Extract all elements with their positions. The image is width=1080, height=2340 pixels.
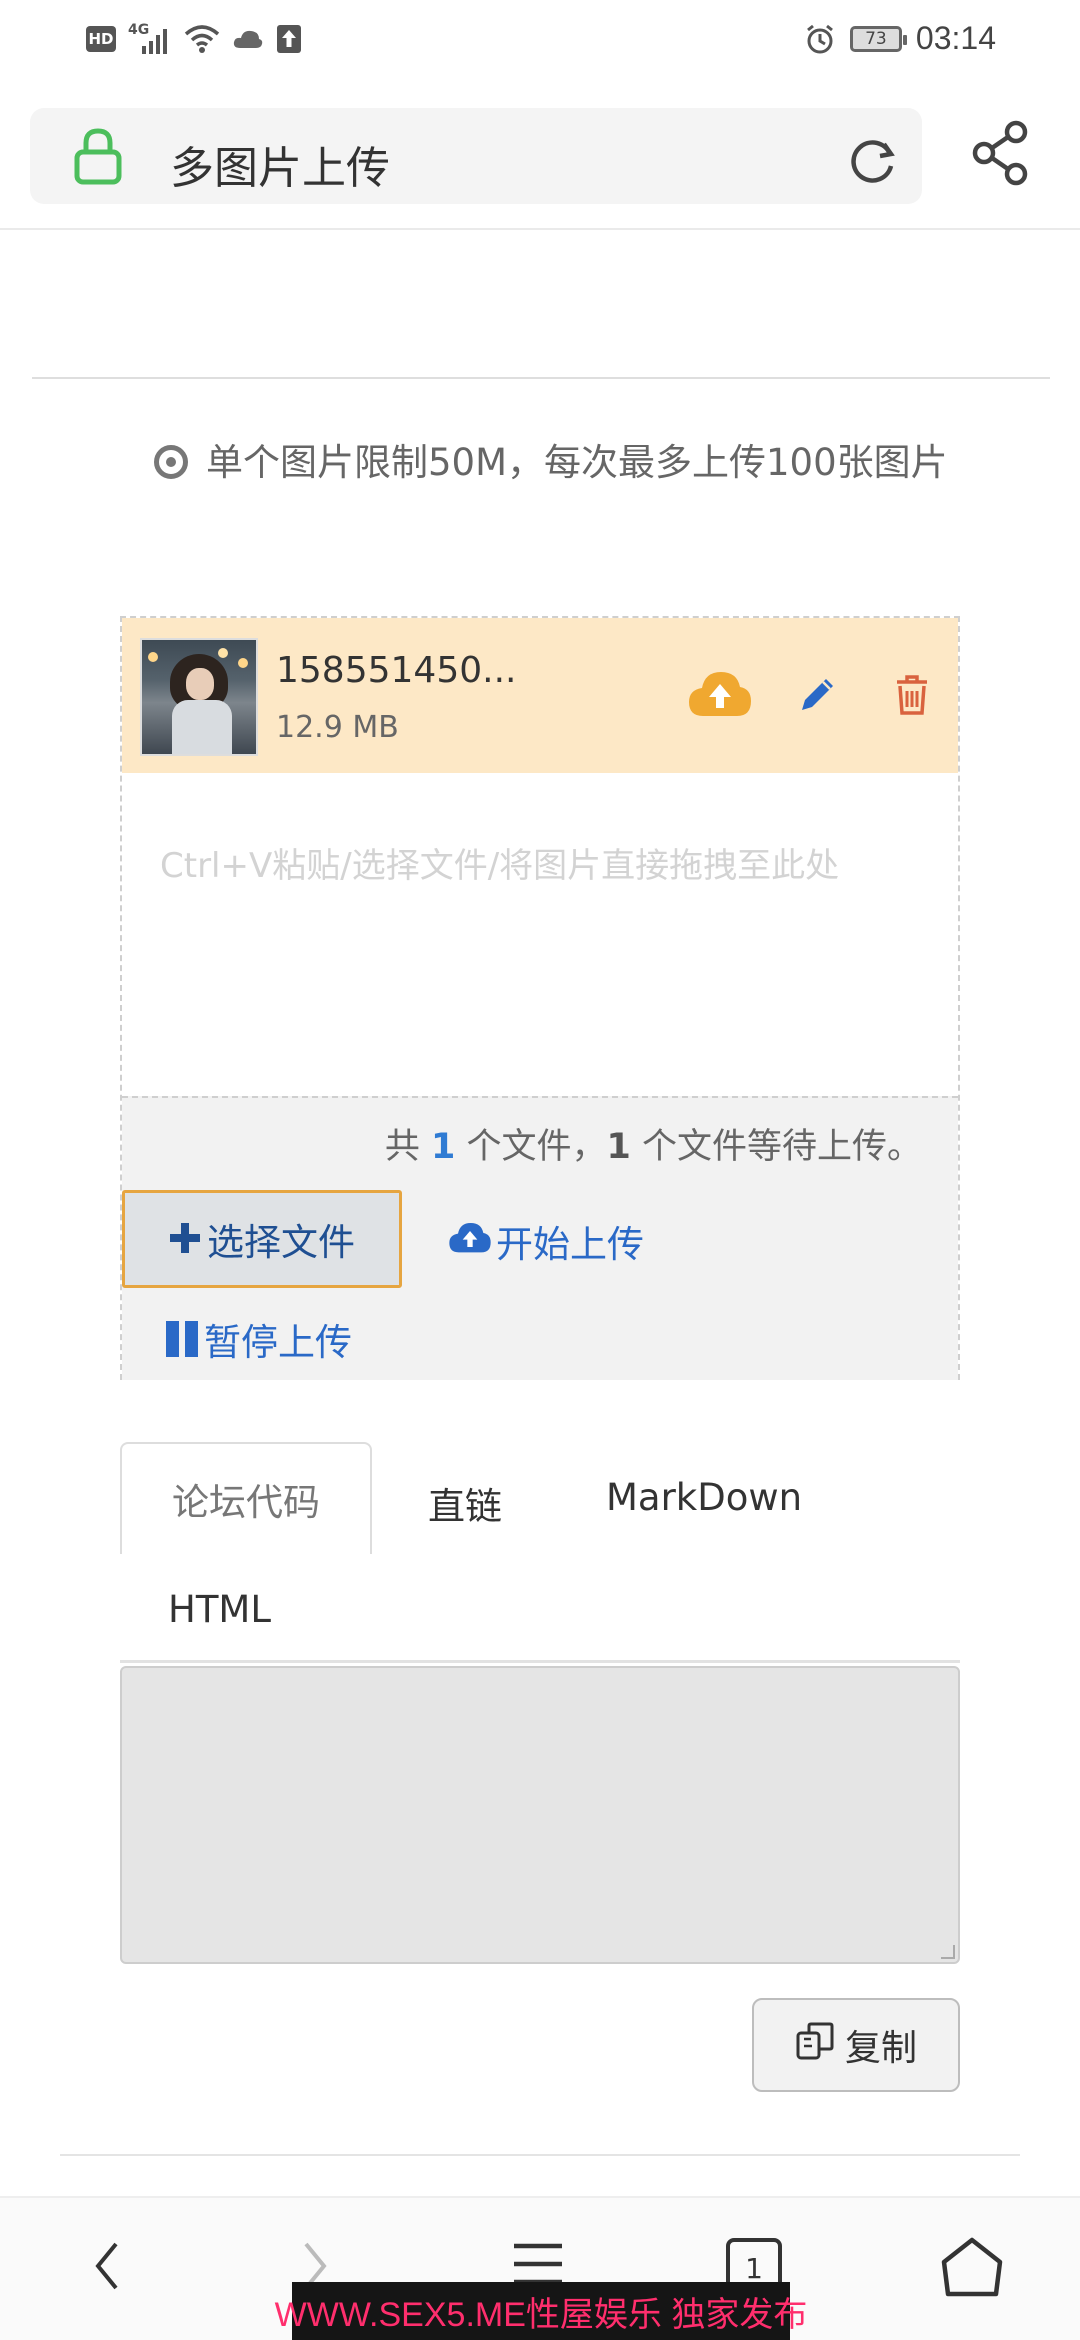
cloud-upload-icon <box>448 1220 492 1263</box>
trash-icon[interactable] <box>894 674 930 720</box>
total-count: 1 <box>430 1127 456 1167</box>
start-upload-label: 开始上传 <box>496 1223 644 1266</box>
header-divider <box>0 228 1080 230</box>
resize-handle[interactable] <box>941 1945 955 1959</box>
upload-limit-notice: 单个图片限制50M，每次最多上传100张图片 <box>154 440 984 486</box>
upload-controls: 共 1 个文件，1 个文件等待上传。 选择文件 开始上传 暂停上传 <box>122 1096 958 1380</box>
tab-direct-link[interactable]: 直链 <box>428 1476 502 1530</box>
back-icon[interactable] <box>92 2238 122 2298</box>
section-divider <box>32 377 1050 379</box>
battery-indicator: 73 <box>849 25 907 52</box>
watermark-banner: WWW.SEX5.ME性屋娱乐 独家发布 <box>275 2282 807 2340</box>
tab-forum-code[interactable]: 论坛代码 <box>120 1442 372 1554</box>
status-bar: HD 4G 73 03:14 <box>0 0 1080 80</box>
pending-count: 1 <box>606 1127 631 1167</box>
pause-upload-label: 暂停上传 <box>204 1321 352 1364</box>
pause-upload-button[interactable]: 暂停上传 <box>166 1312 352 1366</box>
copy-label: 复制 <box>844 2028 917 2069</box>
file-thumbnail <box>140 638 258 756</box>
select-files-label: 选择文件 <box>207 1221 355 1264</box>
notice-text: 单个图片限制50M，每次最多上传100张图片 <box>206 441 948 484</box>
alarm-icon <box>804 23 836 55</box>
lock-icon <box>72 126 124 190</box>
copy-button[interactable]: 复制 <box>752 1998 960 2092</box>
page-title: 多图片上传 <box>170 143 390 194</box>
tabs-underline <box>120 1660 960 1663</box>
select-files-button[interactable]: 选择文件 <box>122 1190 402 1288</box>
hd-icon: HD <box>86 26 116 52</box>
cloud-icon <box>232 28 264 50</box>
tab-markdown[interactable]: MarkDown <box>606 1476 802 1519</box>
file-row: 158551450... 12.9 MB <box>122 618 958 773</box>
wifi-icon <box>184 24 220 54</box>
upload-status-icon <box>276 24 302 54</box>
home-icon[interactable] <box>940 2236 1004 2302</box>
pause-icon <box>166 1321 198 1357</box>
address-bar[interactable]: 多图片上传 <box>30 108 922 204</box>
plus-icon <box>169 1214 201 1265</box>
output-format-tabs: 论坛代码 直链 MarkDown HTML <box>120 1442 960 1663</box>
clock: 03:14 <box>915 20 996 56</box>
start-upload-button[interactable]: 开始上传 <box>448 1214 644 1268</box>
output-textarea[interactable] <box>120 1666 960 1964</box>
tab-html[interactable]: HTML <box>168 1588 271 1631</box>
footer-divider <box>60 2154 1020 2156</box>
file-count-status: 共 1 个文件，1 个文件等待上传。 <box>384 1127 922 1167</box>
status-icons-right: 73 03:14 <box>804 20 996 57</box>
file-name: 158551450... <box>276 650 517 691</box>
info-radio-icon <box>154 445 188 479</box>
copy-icon <box>795 2021 835 2070</box>
upload-area[interactable]: 158551450... 12.9 MB Ctrl+V粘贴/选择文件/将图片直接… <box>120 616 960 1380</box>
file-size: 12.9 MB <box>276 710 399 745</box>
signal-icon: 4G <box>128 22 172 56</box>
status-icons-left: HD 4G <box>86 22 302 56</box>
share-icon[interactable] <box>972 120 1032 190</box>
pencil-icon[interactable] <box>798 674 838 718</box>
reload-icon[interactable] <box>844 132 900 192</box>
drop-hint: Ctrl+V粘贴/选择文件/将图片直接拖拽至此处 <box>160 846 840 886</box>
cloud-upload-icon[interactable] <box>687 668 753 722</box>
